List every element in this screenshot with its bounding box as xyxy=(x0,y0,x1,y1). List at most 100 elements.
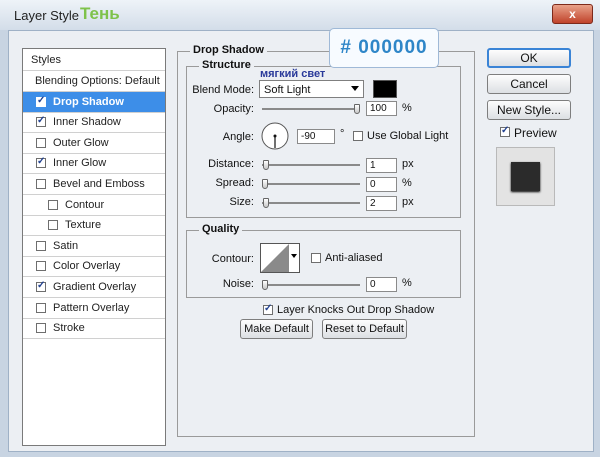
drop-shadow-title: Drop Shadow xyxy=(190,44,267,56)
angle-input[interactable]: -90 xyxy=(297,129,335,144)
style-item[interactable]: Satin xyxy=(23,236,165,257)
close-icon: x xyxy=(569,7,576,21)
style-item[interactable]: Inner Glow xyxy=(23,153,165,175)
styles-list: Styles Blending Options: Default Drop Sha… xyxy=(22,48,166,446)
opacity-input[interactable]: 100 xyxy=(366,101,397,116)
style-item-label: Outer Glow xyxy=(53,136,109,149)
preview-label: Preview xyxy=(514,126,557,140)
contour-label: Contour: xyxy=(211,253,254,265)
new-style-button[interactable]: New Style... xyxy=(487,100,571,120)
preview-checkbox[interactable] xyxy=(500,125,510,137)
close-button[interactable]: x xyxy=(552,4,593,24)
style-item[interactable]: Bevel and Emboss xyxy=(23,174,165,195)
style-item-checkbox[interactable] xyxy=(36,115,46,128)
spread-unit: % xyxy=(402,177,412,189)
angle-dial-icon[interactable] xyxy=(260,121,290,151)
cancel-button[interactable]: Cancel xyxy=(487,74,571,94)
preview-sample xyxy=(511,162,540,191)
style-item[interactable]: Drop Shadow xyxy=(23,91,165,113)
style-item-checkbox[interactable] xyxy=(36,95,46,107)
noise-label: Noise: xyxy=(222,278,254,290)
style-item[interactable]: Contour xyxy=(23,195,165,216)
anti-aliased-label: Anti-aliased xyxy=(325,252,383,264)
noise-input[interactable]: 0 xyxy=(366,277,397,292)
structure-title: Structure xyxy=(199,59,254,71)
size-label: Size: xyxy=(229,196,254,208)
style-item-label: Blending Options: Default xyxy=(35,75,160,87)
layer-style-dialog: Layer Style Тень x Styles Blending Optio… xyxy=(0,0,600,457)
style-item[interactable]: Pattern Overlay xyxy=(23,298,165,319)
knocks-out-checkbox[interactable] xyxy=(263,303,273,315)
style-item-label: Inner Glow xyxy=(53,157,107,170)
knocks-out-label: Layer Knocks Out Drop Shadow xyxy=(277,304,435,316)
quality-title: Quality xyxy=(199,223,243,235)
blend-mode-select[interactable]: Soft Light xyxy=(259,80,364,98)
styles-header[interactable]: Styles xyxy=(23,49,165,71)
style-item-checkbox[interactable] xyxy=(48,199,58,210)
chevron-down-icon xyxy=(291,254,297,258)
color-value-text: # 000000 xyxy=(340,37,428,58)
style-item-checkbox[interactable] xyxy=(48,220,58,231)
opacity-slider-thumb[interactable] xyxy=(354,104,360,114)
anti-aliased-checkbox[interactable] xyxy=(311,253,321,263)
opacity-slider-track[interactable] xyxy=(262,108,360,110)
styles-header-label: Styles xyxy=(31,54,61,66)
distance-slider-thumb[interactable] xyxy=(262,160,269,170)
preview-swatch xyxy=(496,147,555,206)
title-accent-label: Тень xyxy=(80,4,120,23)
noise-unit: % xyxy=(402,277,412,289)
size-slider-thumb[interactable] xyxy=(262,198,269,208)
ok-button[interactable]: OK xyxy=(487,48,571,68)
blend-mode-tooltip: мягкий свет xyxy=(260,68,326,80)
style-item-label: Pattern Overlay xyxy=(53,301,130,314)
blend-mode-label: Blend Mode: xyxy=(192,84,254,96)
style-item-checkbox[interactable] xyxy=(36,323,46,334)
distance-slider-track[interactable] xyxy=(262,164,360,166)
spread-input[interactable]: 0 xyxy=(366,177,397,192)
angle-unit: ° xyxy=(340,128,345,140)
dialog-title: Layer Style xyxy=(14,8,80,23)
size-input[interactable]: 2 xyxy=(366,196,397,211)
style-item-checkbox[interactable] xyxy=(36,179,46,189)
opacity-unit: % xyxy=(402,102,412,114)
style-item-checkbox[interactable] xyxy=(36,302,46,313)
style-item-checkbox[interactable] xyxy=(36,137,46,148)
distance-input[interactable]: 1 xyxy=(366,158,397,173)
noise-slider-thumb[interactable] xyxy=(262,280,268,290)
blend-mode-value: Soft Light xyxy=(264,84,311,96)
style-item-checkbox[interactable] xyxy=(36,156,46,169)
style-item-checkbox[interactable] xyxy=(36,261,46,272)
noise-slider-track[interactable] xyxy=(262,284,360,286)
style-item-label: Inner Shadow xyxy=(53,116,121,129)
style-item-checkbox[interactable] xyxy=(36,240,46,251)
style-item-label: Satin xyxy=(53,239,79,252)
chevron-down-icon xyxy=(351,86,359,91)
style-item[interactable]: Texture xyxy=(23,215,165,237)
style-item-label: Bevel and Emboss xyxy=(53,178,145,190)
style-item-label: Contour xyxy=(65,198,105,211)
use-global-light-checkbox[interactable] xyxy=(353,131,363,141)
spread-label: Spread: xyxy=(215,177,254,189)
style-item[interactable]: Gradient Overlay xyxy=(23,277,165,298)
title-bar: Layer Style Тень x xyxy=(0,0,600,30)
style-item[interactable]: Color Overlay xyxy=(23,256,165,278)
shadow-color-swatch[interactable] xyxy=(373,80,397,98)
style-item[interactable]: Inner Shadow xyxy=(23,112,165,134)
style-item-label: Stroke xyxy=(53,322,85,335)
make-default-button[interactable]: Make Default xyxy=(240,319,313,339)
style-item[interactable]: Stroke xyxy=(23,318,165,340)
style-item[interactable]: Outer Glow xyxy=(23,133,165,154)
distance-unit: px xyxy=(402,158,414,170)
size-slider-track[interactable] xyxy=(262,202,360,204)
contour-picker[interactable] xyxy=(260,243,300,273)
spread-slider-track[interactable] xyxy=(262,183,360,185)
angle-label: Angle: xyxy=(222,131,254,143)
color-value-callout: # 000000 xyxy=(329,28,439,68)
spread-slider-thumb[interactable] xyxy=(262,179,268,189)
style-item-label: Texture xyxy=(65,219,102,232)
contour-curve-icon xyxy=(261,244,289,272)
size-unit: px xyxy=(402,196,414,208)
style-item[interactable]: Blending Options: Default xyxy=(23,71,165,92)
style-item-checkbox[interactable] xyxy=(36,280,46,292)
reset-default-button[interactable]: Reset to Default xyxy=(322,319,407,339)
